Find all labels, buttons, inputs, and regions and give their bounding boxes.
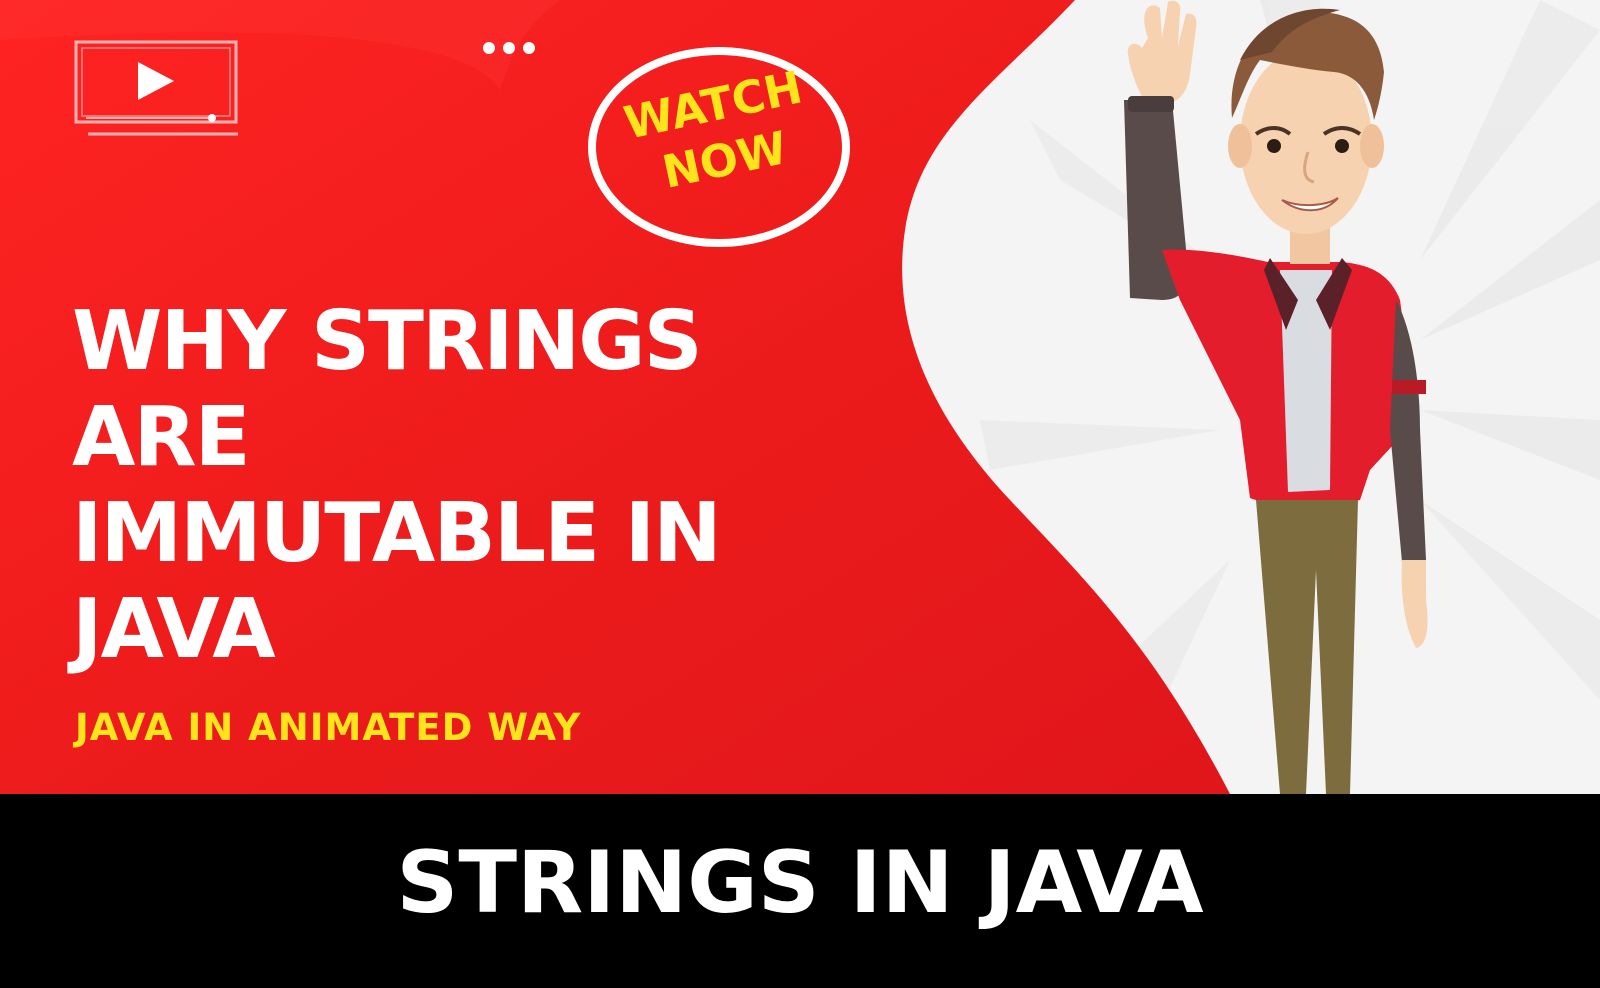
video-caption: STRINGS IN JAVA (396, 833, 1204, 933)
caption-bar: STRINGS IN JAVA (0, 794, 1600, 988)
headline-line-3: IMMUTABLE IN (72, 486, 722, 581)
video-thumbnail[interactable]: WATCH NOW WHY STRINGS ARE IMMUTABLE IN J… (0, 0, 1600, 794)
animated-character-illustration (1124, 0, 1428, 794)
headline-line-4: JAVA (72, 582, 276, 677)
watch-now-text: WATCH NOW (587, 53, 851, 214)
video-subtitle: JAVA IN ANIMATED WAY (75, 706, 582, 749)
headline-line-2: ARE (72, 390, 251, 485)
play-video-icon[interactable] (74, 38, 242, 138)
watch-now-badge[interactable]: WATCH NOW (588, 47, 850, 247)
video-headline: WHY STRINGS ARE IMMUTABLE IN JAVA (72, 294, 762, 678)
headline-line-1: WHY STRINGS (72, 294, 703, 389)
more-dots-icon[interactable] (480, 38, 540, 58)
